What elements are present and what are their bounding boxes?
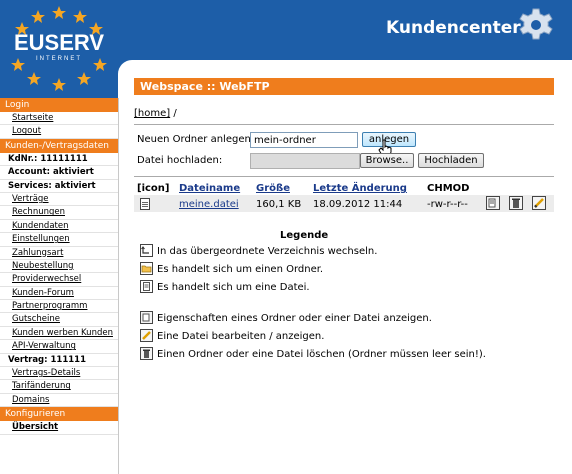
page-title: Webspace :: WebFTP: [134, 78, 554, 95]
sidebar-item[interactable]: Kunden werben Kunden: [0, 327, 118, 341]
sidebar-item[interactable]: Logout: [0, 125, 118, 139]
divider: [134, 124, 554, 125]
parent-directory-icon: [140, 244, 153, 257]
column-header-filename[interactable]: Dateiname: [179, 183, 240, 194]
legend-title: Legende: [280, 230, 329, 241]
legend-item-parent: In das übergeordnete Verzeichnis wechsel…: [157, 246, 378, 257]
delete-icon: [140, 347, 153, 360]
properties-icon: [140, 311, 153, 324]
legend-item-edit: Eine Datei bearbeiten / anzeigen.: [157, 331, 325, 342]
file-chmod: -rw-r--r--: [427, 199, 468, 210]
sidebar-section-header: Kunden-/Vertragsdaten: [0, 138, 118, 153]
breadcrumb: [home] /: [134, 108, 554, 122]
sidebar-item[interactable]: Partnerprogramm: [0, 300, 118, 314]
upload-file-path[interactable]: [250, 153, 360, 169]
sidebar-item[interactable]: Tarifänderung: [0, 380, 118, 394]
sidebar-item[interactable]: Domains: [0, 394, 118, 408]
sidebar-item[interactable]: API-Verwaltung: [0, 340, 118, 354]
file-name-link[interactable]: meine.datei: [179, 199, 239, 210]
sidebar-item[interactable]: Verträge: [0, 193, 118, 207]
new-folder-label: Neuen Ordner anlegen:: [137, 134, 255, 145]
sidebar-item[interactable]: Zahlungsart: [0, 247, 118, 260]
main-content: Webspace :: WebFTP [home] /: [134, 78, 554, 122]
sidebar-item[interactable]: Neubestellung: [0, 260, 118, 274]
legend-item-delete: Einen Ordner oder eine Datei löschen (Or…: [157, 349, 486, 360]
properties-icon[interactable]: [486, 196, 500, 210]
header-title: Kundencenter: [386, 18, 521, 38]
upload-label: Datei hochladen:: [137, 155, 223, 166]
file-size: 160,1 KB: [256, 199, 302, 210]
sidebar-item[interactable]: Einstellungen: [0, 233, 118, 247]
sidebar-nav: Login Startseite Logout Kunden-/Vertragsdat…: [0, 98, 119, 474]
legend-item-properties: Eigenschaften eines Ordner oder einer Da…: [157, 313, 432, 324]
legend-item-folder: Es handelt sich um einen Ordner.: [157, 264, 324, 275]
logo-subtitle: INTERNET: [36, 56, 82, 62]
sidebar-info: Account: aktiviert: [0, 166, 118, 180]
sidebar-item[interactable]: Vertrags-Details: [0, 367, 118, 381]
browse-button[interactable]: Browse..: [360, 153, 414, 168]
file-icon: [140, 280, 153, 293]
divider: [134, 176, 554, 177]
logo-wordmark: EUSERV: [14, 30, 104, 55]
sidebar-section-header: Login: [0, 98, 118, 112]
sidebar-item[interactable]: Rechnungen: [0, 206, 118, 220]
sidebar-section-header: Konfigurieren: [0, 407, 118, 422]
sidebar-info: Vertrag: 111111: [0, 354, 118, 368]
sidebar-item[interactable]: Kunden-Forum: [0, 287, 118, 301]
sidebar-item[interactable]: Providerwechsel: [0, 273, 118, 287]
breadcrumb-separator: /: [173, 108, 177, 119]
column-header-chmod: CHMOD: [427, 183, 470, 194]
delete-icon[interactable]: [509, 196, 523, 210]
column-header-size[interactable]: Größe: [256, 183, 290, 194]
legend-item-file: Es handelt sich um eine Datei.: [157, 282, 310, 293]
sidebar-info: Services: aktiviert: [0, 180, 118, 193]
file-icon: [140, 198, 150, 210]
upload-button[interactable]: Hochladen: [418, 153, 484, 168]
folder-icon: [140, 262, 153, 275]
new-folder-input[interactable]: [250, 132, 358, 148]
euserv-logo: EUSERV INTERNET: [0, 0, 118, 98]
sidebar-item[interactable]: Kundendaten: [0, 220, 118, 234]
sidebar-item[interactable]: Gutscheine: [0, 313, 118, 327]
sidebar-item[interactable]: Startseite: [0, 112, 118, 126]
column-header-icon: [icon]: [137, 183, 170, 194]
breadcrumb-home-link[interactable]: [home]: [134, 108, 170, 119]
sidebar-item-active[interactable]: Übersicht: [0, 421, 118, 435]
edit-icon[interactable]: [532, 196, 546, 210]
gear-icon: [519, 8, 553, 40]
file-modified: 18.09.2012 11:44: [313, 199, 403, 210]
edit-icon: [140, 329, 153, 342]
column-header-modified[interactable]: Letzte Änderung: [313, 183, 407, 194]
sidebar-info: KdNr.: 11111111: [0, 153, 118, 167]
